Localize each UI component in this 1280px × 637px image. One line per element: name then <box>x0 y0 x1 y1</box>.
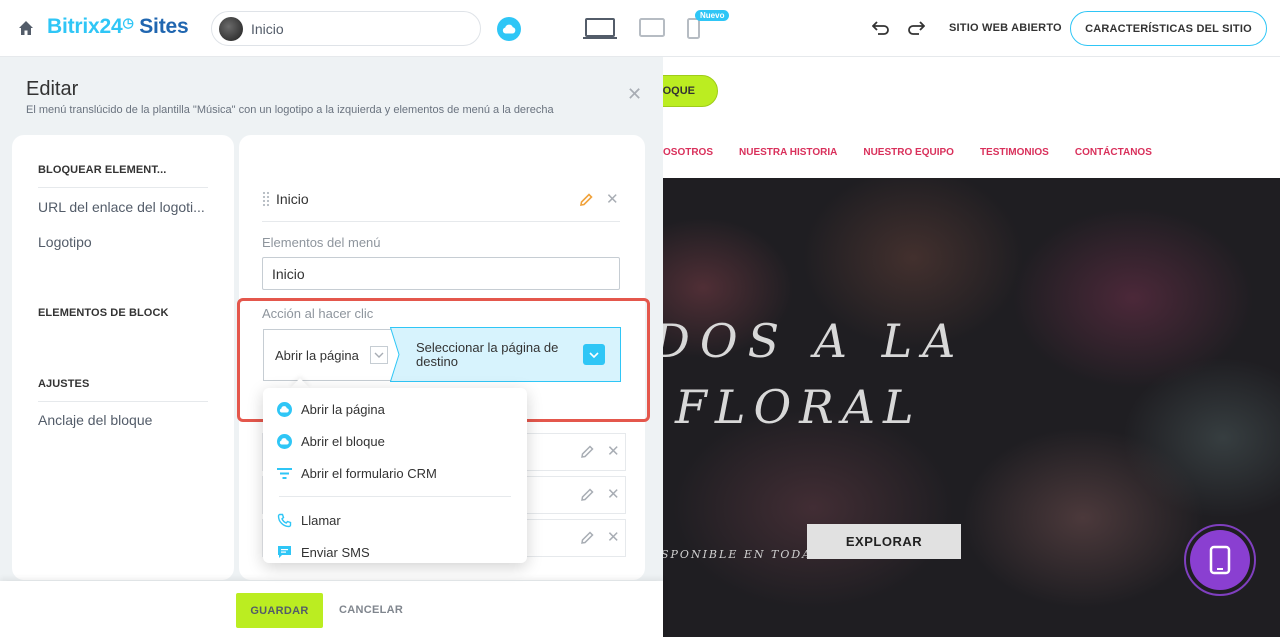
block-button[interactable]: LOQUE <box>663 75 718 107</box>
cloud-publish-button[interactable] <box>497 17 521 41</box>
chevron-down-icon[interactable] <box>583 344 605 365</box>
site-nav-item[interactable]: CONTÁCTANOS <box>1075 147 1152 158</box>
page-selector[interactable]: Inicio <box>211 11 481 46</box>
click-action-label: Acción al hacer clic <box>262 306 374 321</box>
laptop-view-icon[interactable] <box>583 18 617 45</box>
clock-icon: ◷ <box>122 15 134 30</box>
site-features-button[interactable]: CARACTERÍSTICAS DEL SITIO <box>1070 11 1267 46</box>
site-nav-item[interactable]: NUESTRO EQUIPO <box>863 147 954 158</box>
mobile-preview-button[interactable] <box>1184 524 1256 596</box>
hero-subtitle: SPONIBLE EN TODA <box>663 548 813 561</box>
click-action-value: Abrir la página <box>275 347 359 363</box>
menu-elements-input[interactable]: Inicio <box>262 257 620 290</box>
click-action-dropdown: Abrir la página Abrir el bloque Abrir el… <box>263 388 527 563</box>
editor-footer: GUARDAR CANCELAR <box>0 581 663 637</box>
dropdown-item-open-block[interactable]: Abrir el bloque <box>276 431 385 451</box>
target-page-select[interactable]: Seleccionar la página de destino <box>390 327 621 382</box>
site-nav-item[interactable]: TESTIMONIOS <box>980 147 1049 158</box>
click-action-select[interactable]: Abrir la página <box>263 329 391 381</box>
target-page-label: Seleccionar la página de destino <box>416 340 559 369</box>
cloud-icon <box>276 401 292 417</box>
tablet-view-icon[interactable] <box>639 18 665 43</box>
home-icon[interactable] <box>18 20 34 36</box>
filter-icon <box>276 465 292 481</box>
pencil-icon[interactable] <box>580 531 594 545</box>
sidebar-section-lock[interactable]: BLOQUEAR ELEMENT... <box>38 164 166 176</box>
explore-button[interactable]: EXPLORAR <box>807 524 961 559</box>
open-site-link[interactable]: SITIO WEB ABIERTO <box>949 22 1062 34</box>
pencil-icon[interactable] <box>579 193 593 207</box>
editor-title: Editar <box>26 78 79 100</box>
brand-name: Bitrix24 <box>47 15 123 38</box>
redo-icon[interactable] <box>907 20 926 41</box>
tablet-icon <box>1209 545 1231 575</box>
dropdown-item-label: Abrir el bloque <box>301 433 385 449</box>
dropdown-item-sms[interactable]: Enviar SMS <box>276 542 370 562</box>
undo-icon[interactable] <box>871 20 890 41</box>
dropdown-item-call[interactable]: Llamar <box>276 510 341 530</box>
pencil-icon[interactable] <box>580 445 594 459</box>
cloud-icon <box>502 24 516 34</box>
remove-icon[interactable]: ✕ <box>607 530 620 545</box>
cloud-icon <box>276 433 292 449</box>
hero-title-line2: FLORAL <box>675 380 922 434</box>
dropdown-item-label: Llamar <box>301 512 341 528</box>
sidebar-section-settings[interactable]: AJUSTES <box>38 378 89 390</box>
phone-icon <box>276 512 292 528</box>
brand-logo[interactable]: Bitrix24◷ Sites <box>47 15 189 39</box>
remove-icon[interactable]: ✕ <box>607 487 620 502</box>
cancel-button[interactable]: CANCELAR <box>339 604 403 616</box>
close-icon[interactable]: ✕ <box>627 84 642 105</box>
drag-handle-icon[interactable] <box>262 191 270 207</box>
page-selector-value: Inicio <box>251 20 284 37</box>
divider <box>262 221 620 222</box>
sidebar-item-logo-url[interactable]: URL del enlace del logoti... <box>38 199 205 215</box>
site-nav-item[interactable]: NUESTRA HISTORIA <box>739 147 837 158</box>
sidebar-item-logo[interactable]: Logotipo <box>38 234 92 250</box>
site-nav: OSOTROS NUESTRA HISTORIA NUESTRO EQUIPO … <box>663 147 1152 158</box>
editor-description: El menú translúcido de la plantilla "Mús… <box>26 104 554 116</box>
new-badge: Nuevo <box>695 10 730 21</box>
site-preview: LOQUE OSOTROS NUESTRA HISTORIA NUESTRO E… <box>663 57 1280 637</box>
save-button[interactable]: GUARDAR <box>236 593 323 628</box>
dropdown-item-label: Enviar SMS <box>301 544 370 560</box>
sidebar-item-anchor[interactable]: Anclaje del bloque <box>38 412 152 428</box>
preview-header: LOQUE OSOTROS NUESTRA HISTORIA NUESTRO E… <box>663 57 1280 178</box>
dropdown-item-label: Abrir la página <box>301 401 385 417</box>
site-nav-item[interactable]: OSOTROS <box>663 147 713 158</box>
phone-view-icon[interactable] <box>687 18 700 44</box>
menu-elements-label: Elementos del menú <box>262 235 381 250</box>
top-bar: Bitrix24◷ Sites Inicio Nuevo SITIO WEB A… <box>0 0 1280 57</box>
divider <box>279 496 511 497</box>
mobile-preview-inner <box>1190 530 1250 590</box>
chat-icon <box>276 544 292 560</box>
chevron-down-icon[interactable] <box>370 346 388 364</box>
dropdown-item-label: Abrir el formulario CRM <box>301 465 437 481</box>
dropdown-item-open-page[interactable]: Abrir la página <box>276 399 385 419</box>
remove-icon[interactable]: ✕ <box>606 192 619 207</box>
pencil-icon[interactable] <box>580 488 594 502</box>
brand-product: Sites <box>139 15 189 38</box>
dropdown-item-crm-form[interactable]: Abrir el formulario CRM <box>276 463 437 483</box>
sidebar-section-elements[interactable]: ELEMENTOS DE BLOCK <box>38 307 169 319</box>
menu-item-name: Inicio <box>276 191 309 207</box>
hero-title: DOS A LA <box>663 314 966 368</box>
remove-icon[interactable]: ✕ <box>607 444 620 459</box>
editor-sidebar: BLOQUEAR ELEMENT... URL del enlace del l… <box>12 135 234 580</box>
page-thumbnail <box>219 16 243 41</box>
divider <box>38 401 208 402</box>
divider <box>38 187 208 188</box>
